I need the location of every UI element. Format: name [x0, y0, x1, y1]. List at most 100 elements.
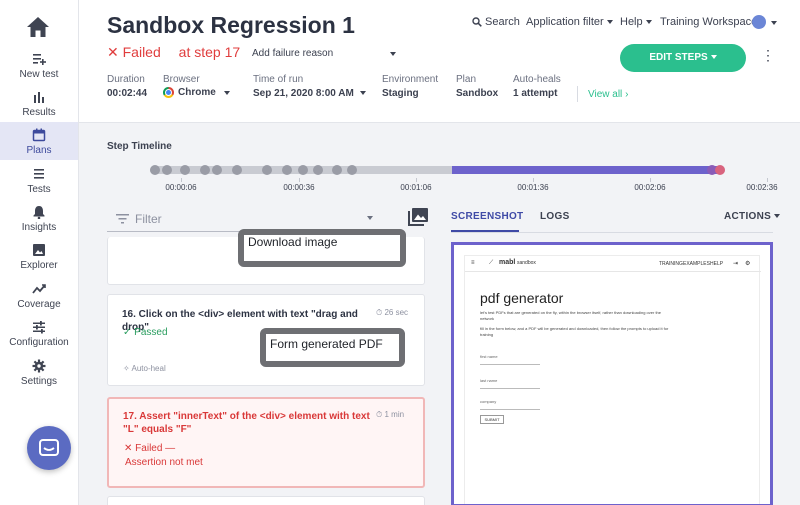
timeline-step-marker[interactable]: [262, 165, 272, 175]
thumbnail-text: Download image: [248, 235, 338, 249]
sidebar-item-new-test[interactable]: New test: [0, 52, 78, 90]
auto-heals-value: 1 attempt: [513, 88, 558, 99]
timeline-tick-label: 00:02:06: [634, 183, 666, 192]
chat-launcher-button[interactable]: [27, 426, 71, 470]
workspace-label: Training Workspace: [660, 16, 758, 28]
screenshot-brand-sub: sandbox: [517, 260, 536, 266]
step-title: 17. Assert "innerText" of the <div> elem…: [123, 411, 370, 435]
actions-label: ACTIONS: [724, 211, 772, 222]
sidebar-item-tests[interactable]: Tests: [0, 167, 78, 205]
timeline-failed-marker[interactable]: [715, 165, 725, 175]
more-options-icon[interactable]: ⋮: [761, 48, 775, 62]
timeline-tick-label: 00:01:06: [400, 183, 432, 192]
failure-reason-placeholder: Add failure reason: [252, 48, 334, 59]
chevron-down-icon[interactable]: [771, 21, 777, 25]
failure-reason-dropdown[interactable]: Add failure reason: [252, 48, 398, 59]
timeline-step-marker[interactable]: [347, 165, 357, 175]
search-label: Search: [485, 16, 520, 28]
browser-dropdown[interactable]: Chrome: [163, 87, 230, 98]
screenshot-nav: ≡ ⟋ mabl sandbox TRAINING EXAMPLES HELP …: [465, 256, 761, 272]
clock-icon: ⏱: [376, 308, 383, 317]
timeline-tick-label: 00:01:36: [517, 183, 549, 192]
step-duration-value: 1 min: [384, 410, 405, 419]
failure-reason-text: Assertion not met: [125, 457, 203, 468]
step-screenshot[interactable]: ≡ ⟋ mabl sandbox TRAINING EXAMPLES HELP …: [451, 242, 773, 505]
screenshot-field-label: company: [480, 399, 497, 404]
timeline-tick: [650, 178, 651, 182]
plans-icon: [32, 128, 46, 142]
step-thumbnail[interactable]: Download image: [238, 229, 406, 267]
plan-label: Plan: [456, 74, 477, 85]
duration-value: 00:02:44: [107, 88, 148, 99]
sidebar-item-insights[interactable]: Insights: [0, 205, 78, 243]
timeline-step-marker[interactable]: [332, 165, 342, 175]
actions-dropdown[interactable]: ACTIONS: [724, 211, 781, 222]
run-status: ✕ Failed at step 17: [107, 44, 240, 61]
active-tab-indicator: [451, 230, 519, 232]
chrome-icon: [163, 87, 174, 98]
step-card-previous[interactable]: Download image: [107, 229, 425, 285]
search-link[interactable]: Search: [472, 16, 520, 28]
step-card-17[interactable]: 17. Assert "innerText" of the <div> elem…: [107, 397, 425, 488]
help-label: Help: [620, 16, 643, 28]
step-card-16[interactable]: 16. Click on the <div> element with text…: [107, 294, 425, 386]
time-of-run-value: Sep 21, 2020 8:00 AM: [253, 88, 354, 99]
timeline-step-marker[interactable]: [282, 165, 292, 175]
logo-icon: ⟋: [489, 260, 494, 266]
configuration-icon: [33, 321, 45, 334]
plan-value: Sandbox: [456, 88, 499, 99]
sidebar-item-label: Plans: [26, 145, 52, 156]
chevron-down-icon: [606, 20, 613, 25]
sidebar-item-settings[interactable]: Settings: [0, 359, 78, 397]
timeline-tick: [767, 178, 768, 182]
sidebar-item-label: Results: [22, 107, 56, 118]
chevron-right-icon: ›: [625, 89, 629, 100]
application-filter-label: Application filter: [526, 16, 604, 28]
environment-value: Staging: [382, 88, 419, 99]
tab-screenshot[interactable]: SCREENSHOT: [451, 211, 523, 222]
thumbnail-text: Form generated PDF: [270, 337, 383, 351]
sidebar-item-explorer[interactable]: Explorer: [0, 243, 78, 281]
tests-icon: [34, 169, 44, 179]
chat-icon: [39, 439, 59, 456]
workspace-dropdown[interactable]: Training Workspace: [660, 16, 757, 28]
chevron-down-icon: [390, 52, 396, 56]
step-status: ✓ Passed: [123, 327, 168, 338]
failed-step-text: at step 17: [178, 44, 241, 60]
timeline-step-marker[interactable]: [162, 165, 172, 175]
tab-logs[interactable]: LOGS: [540, 211, 570, 222]
screenshot-nav-item: EXAMPLES: [683, 261, 710, 267]
timeline-step-marker[interactable]: [180, 165, 190, 175]
time-of-run-dropdown[interactable]: Sep 21, 2020 8:00 AM: [253, 88, 366, 99]
chevron-down-icon: [223, 90, 230, 95]
timeline-step-marker[interactable]: [232, 165, 242, 175]
timeline-step-marker[interactable]: [150, 165, 160, 175]
avatar[interactable]: [752, 15, 766, 29]
new-test-icon: [33, 54, 46, 65]
timeline-step-marker[interactable]: [200, 165, 210, 175]
sidebar-item-label: Insights: [21, 222, 57, 233]
chevron-down-icon: [367, 216, 373, 220]
sidebar-item-plans[interactable]: Plans: [0, 122, 78, 160]
sidebar-item-coverage[interactable]: Coverage: [0, 282, 78, 320]
view-all-label: View all: [588, 89, 623, 100]
step-card-next[interactable]: [107, 496, 425, 505]
timeline-tick: [181, 178, 182, 182]
timeline-step-marker[interactable]: [212, 165, 222, 175]
sidebar: New test Results Plans Tests Insights Ex…: [0, 0, 79, 505]
settings-icon: [32, 359, 46, 373]
step-thumbnail[interactable]: Form generated PDF: [260, 328, 405, 367]
home-icon[interactable]: [26, 16, 50, 38]
coverage-icon: [32, 284, 46, 294]
screenshot-field-label: first name: [480, 354, 498, 359]
edit-steps-button[interactable]: EDIT STEPS: [620, 44, 746, 72]
chevron-down-icon: [774, 214, 781, 219]
help-dropdown[interactable]: Help: [620, 16, 652, 28]
timeline-step-marker[interactable]: [298, 165, 308, 175]
screenshot-field: [480, 388, 540, 389]
application-filter-dropdown[interactable]: Application filter: [526, 16, 613, 28]
view-all-link[interactable]: View all ›: [588, 89, 628, 100]
gallery-icon[interactable]: [408, 208, 428, 226]
timeline-step-marker[interactable]: [313, 165, 323, 175]
sidebar-item-configuration[interactable]: Configuration: [0, 320, 78, 358]
